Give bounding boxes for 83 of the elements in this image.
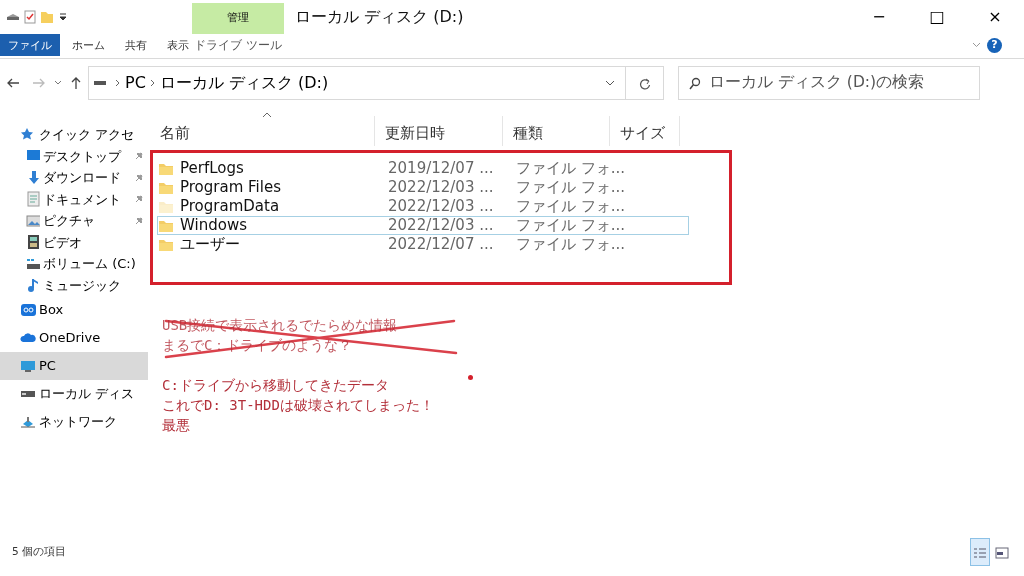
item-count: 5 個の項目 [12,544,67,560]
document-icon [26,191,40,208]
download-icon [26,169,40,186]
breadcrumb[interactable]: ローカル ディスク (D:) [155,71,333,95]
back-icon[interactable] [6,77,20,89]
file-date: 2019/12/07 ... [388,158,495,180]
details-view-icon [973,546,987,559]
annotation-text: 最悪 [162,416,190,435]
chevron-icon[interactable] [149,79,156,87]
sort-icon [262,112,272,118]
up-icon[interactable] [70,76,82,90]
file-date: 2022/12/07 ... [388,234,495,256]
sidebar-item[interactable]: ネットワーク [0,408,148,436]
pin-icon [134,151,144,162]
refresh-icon [638,77,651,90]
file-name: ユーザー [180,234,241,256]
annotation-text: C:ドライブから移動してきたデータ [162,376,389,395]
sidebar-item[interactable]: ピクチャ [0,210,148,232]
sidebar-item[interactable]: ローカル ディス [0,380,148,408]
sidebar-item[interactable]: ボリューム (C:) [0,253,148,275]
file-type: ファイル フォ... [516,215,626,237]
dot-mark [468,375,473,380]
dropdown-icon[interactable] [58,12,68,22]
file-name: Program Files [180,177,282,199]
file-row[interactable]: ProgramData 2022/12/03 ... ファイル フォ... [157,197,689,216]
ribbon-tab[interactable]: 共有 [117,34,155,56]
dropdown-icon[interactable] [605,80,615,86]
film-icon [26,234,40,251]
pin-icon [134,172,144,183]
sidebar-item[interactable]: PC [0,352,148,380]
sidebar-item[interactable]: ミュージック [0,274,148,296]
file-name: PerfLogs [180,158,245,180]
file-date: 2022/12/03 ... [388,196,495,218]
ribbon-tab[interactable]: ホーム [64,34,113,56]
network-icon [20,414,36,430]
column-header[interactable]: 種類 [503,116,610,146]
drive-icon [93,79,107,87]
file-row[interactable]: ユーザー 2022/12/07 ... ファイル フォ... [157,235,689,254]
file-date: 2022/12/03 ... [388,215,495,237]
help-button[interactable]: ? [987,37,1002,53]
search-icon [689,76,701,90]
sidebar-item[interactable]: クイック アクセ [0,124,148,146]
sidebar-item[interactable]: デスクトップ [0,145,148,167]
refresh-button[interactable] [626,66,664,100]
picture-icon [26,212,40,229]
sidebar-item[interactable]: ドキュメント [0,188,148,210]
chevron-icon[interactable] [972,42,981,48]
file-row[interactable]: Windows 2022/12/03 ... ファイル フォ... [157,216,689,235]
column-header[interactable]: 更新日時 [375,116,503,146]
file-row[interactable]: Program Files 2022/12/03 ... ファイル フォ... [157,178,689,197]
chevron-icon[interactable] [54,80,62,86]
column-header[interactable]: サイズ [610,116,680,146]
preview-view-icon [995,546,1009,559]
sidebar-item[interactable]: Box [0,296,148,324]
file-type: ファイル フォ... [516,158,626,180]
maximize-button[interactable]: □ [908,0,966,34]
monitor-icon [20,358,36,374]
window-title: ローカル ディスク (D:) [294,6,465,28]
pin-icon [134,194,144,205]
drive-icon[interactable] [6,12,20,22]
context-group-label: 管理 [192,3,284,34]
file-name: Windows [180,215,248,237]
properties-icon[interactable] [24,10,36,24]
sidebar-item[interactable]: ビデオ [0,231,148,253]
column-header[interactable]: 名前 [150,116,375,146]
close-button[interactable]: × [966,0,1024,34]
ribbon-tab[interactable]: ファイル [0,34,60,56]
file-type: ファイル フォ... [516,177,626,199]
file-row[interactable]: PerfLogs 2019/12/07 ... ファイル フォ... [157,159,689,178]
breadcrumb[interactable]: PC [121,71,150,95]
box-logo-icon [20,302,36,318]
file-type: ファイル フォ... [516,234,626,256]
search-field[interactable]: ローカル ディスク (D:)の検索 [678,66,980,100]
file-name: ProgramData [180,196,281,218]
pin-icon [134,215,144,226]
chevron-icon[interactable] [115,79,121,87]
sidebar-item[interactable]: ダウンロード [0,167,148,189]
sidebar-item[interactable]: OneDrive [0,324,148,352]
file-date: 2022/12/03 ... [388,177,495,199]
music-note-icon [26,277,40,294]
file-type: ファイル フォ... [516,196,626,218]
minimize-button[interactable]: − [850,0,908,34]
annotation-text: これでD: 3T-HDDは破壊されてしまった！ [162,396,434,415]
